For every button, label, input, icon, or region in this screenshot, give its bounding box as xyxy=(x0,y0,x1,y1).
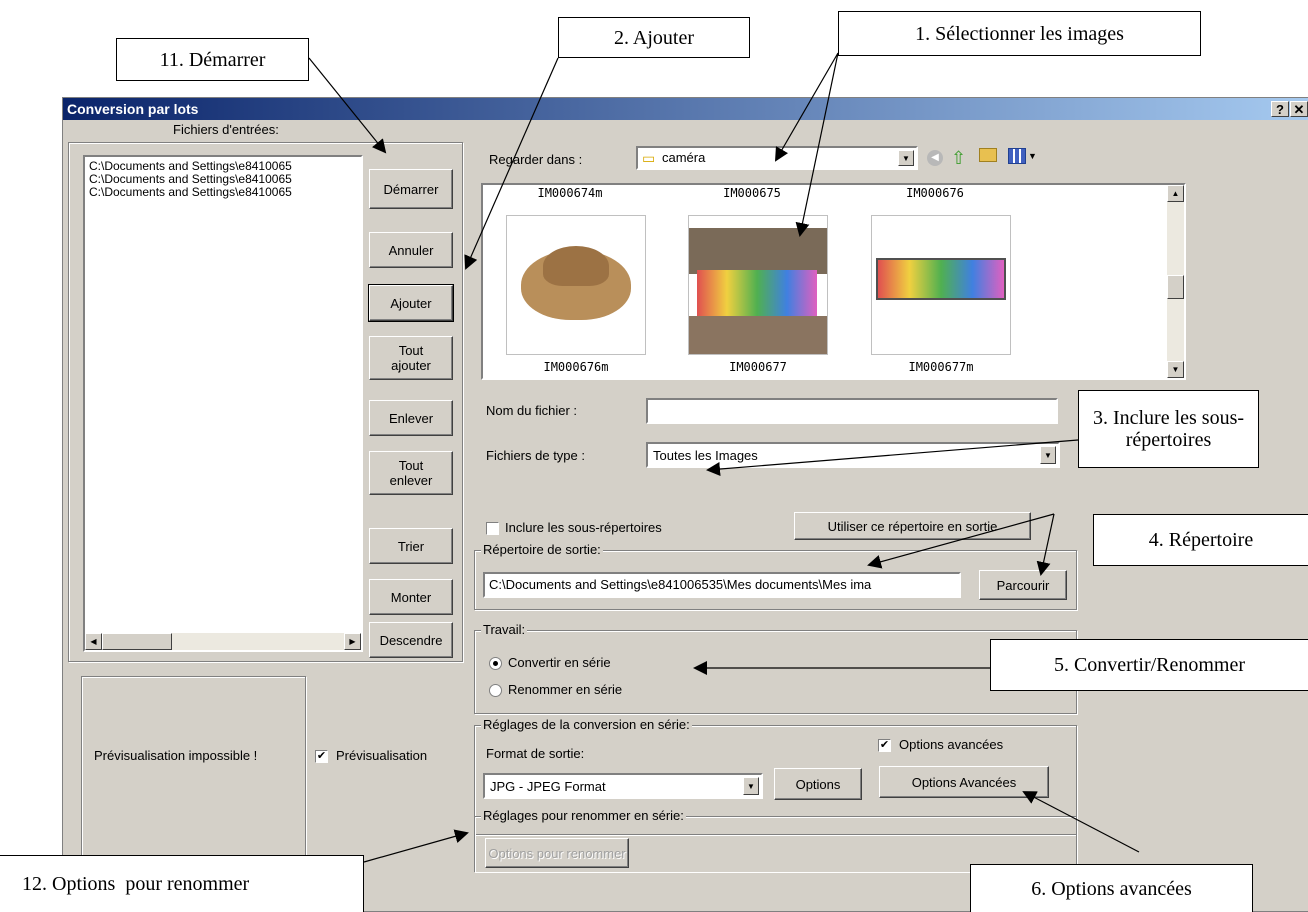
arrow-output-dir xyxy=(1036,513,1055,576)
callout-start: 11. Démarrer xyxy=(116,38,309,81)
arrow-rename-options xyxy=(363,829,469,863)
callout-output-dir: 4. Répertoire xyxy=(1093,514,1308,566)
callout-rename-options: 12. Options pour renommer xyxy=(0,855,364,912)
callout-include-subfolders: 3. Inclure les sous-répertoires xyxy=(1078,390,1259,468)
arrow-output-dir xyxy=(867,513,1055,569)
arrow-include-subfolders xyxy=(706,439,1079,477)
callout-convert-rename: 5. Convertir/Renommer xyxy=(990,639,1308,691)
arrow-start xyxy=(308,57,387,154)
callout-advanced-options: 6. Options avancées xyxy=(970,864,1253,912)
callout-select-images: 1. Sélectionner les images xyxy=(838,11,1201,56)
callout-add: 2. Ajouter xyxy=(558,17,750,58)
arrow-select-images xyxy=(795,52,839,237)
arrow-select-images xyxy=(774,52,839,162)
arrow-add xyxy=(464,57,559,270)
arrow-advanced-options xyxy=(1022,791,1140,853)
